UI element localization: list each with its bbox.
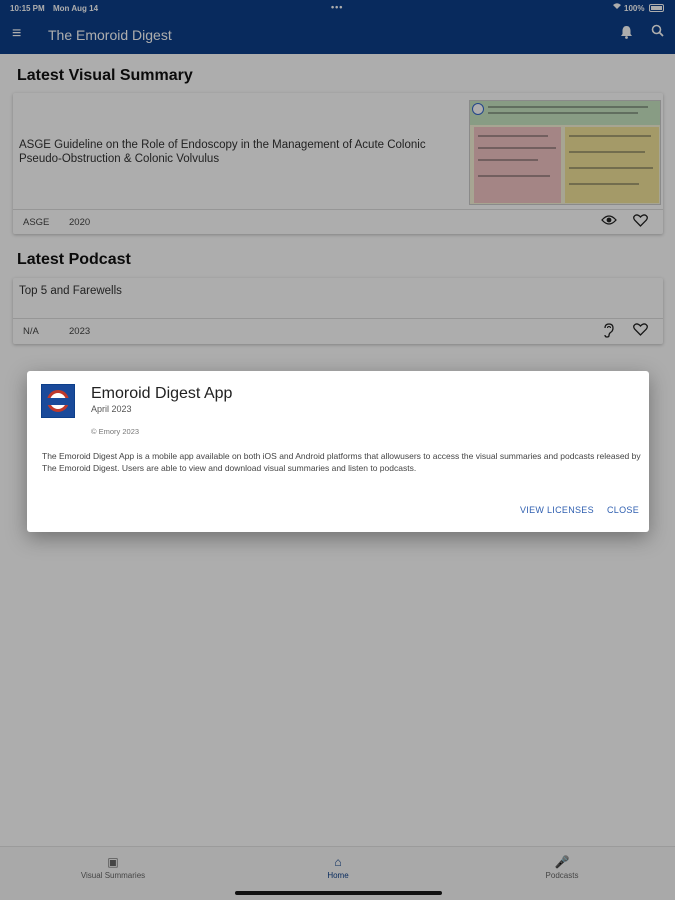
close-button[interactable]: CLOSE [607,505,639,515]
about-dialog: Emoroid Digest App April 2023 © Emory 20… [27,371,649,532]
dialog-app-name: Emoroid Digest App [91,385,233,402]
dialog-version: April 2023 [91,404,132,414]
dialog-description: The Emoroid Digest App is a mobile app a… [42,451,641,473]
dialog-legalese: © Emory 2023 [91,427,140,436]
app-logo [41,384,75,418]
home-indicator[interactable] [235,891,442,895]
view-licenses-button[interactable]: VIEW LICENSES [520,505,594,515]
